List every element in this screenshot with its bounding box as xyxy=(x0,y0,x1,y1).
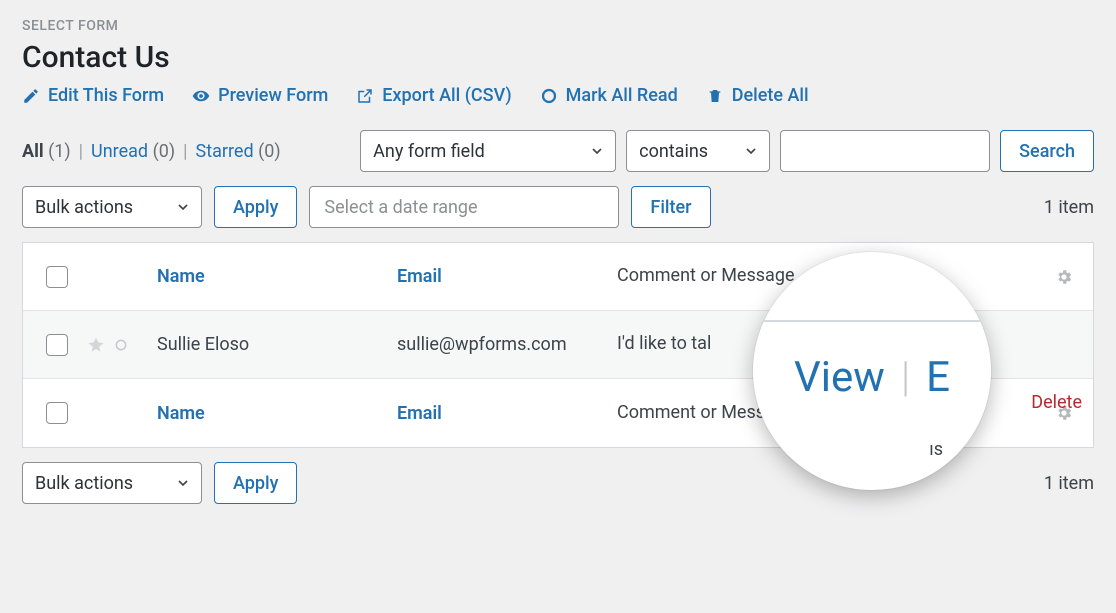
edit-form-label: Edit This Form xyxy=(48,85,164,106)
read-indicator-icon[interactable] xyxy=(113,337,129,353)
filter-all[interactable]: All (1) xyxy=(22,141,71,162)
filter-starred[interactable]: Starred (0) xyxy=(196,141,281,162)
bulk-actions-select-top[interactable]: Bulk actions xyxy=(22,186,202,228)
filter-unread[interactable]: Unread (0) xyxy=(91,141,175,162)
row-checkbox[interactable] xyxy=(46,334,68,356)
chevron-down-icon xyxy=(589,143,605,159)
entry-email: sullie@wpforms.com xyxy=(397,334,607,355)
field-select[interactable]: Any form field xyxy=(360,130,616,172)
export-all-label: Export All (CSV) xyxy=(382,85,511,106)
edit-form-link[interactable]: Edit This Form xyxy=(22,85,164,106)
status-filter-tabs: All (1) | Unread (0) | Starred (0) xyxy=(22,141,281,162)
preview-form-link[interactable]: Preview Form xyxy=(192,85,328,106)
column-header-name[interactable]: Name xyxy=(157,266,387,287)
chevron-down-icon xyxy=(743,143,759,159)
export-icon xyxy=(356,87,374,105)
column-footer-email[interactable]: Email xyxy=(397,403,607,424)
chevron-down-icon xyxy=(175,199,191,215)
delete-all-label: Delete All xyxy=(732,85,809,106)
mark-all-read-link[interactable]: Mark All Read xyxy=(540,85,678,106)
magnifier-tail-text: ıs xyxy=(929,439,943,460)
mark-all-read-label: Mark All Read xyxy=(566,85,678,106)
star-icon[interactable] xyxy=(87,336,105,354)
bulk-actions-select-bottom[interactable]: Bulk actions xyxy=(22,462,202,504)
preview-form-label: Preview Form xyxy=(218,85,328,106)
select-all-checkbox-bottom[interactable] xyxy=(46,402,68,424)
column-footer-name[interactable]: Name xyxy=(157,403,387,424)
action-bar: Edit This Form Preview Form Export All (… xyxy=(22,85,1094,106)
select-all-checkbox-top[interactable] xyxy=(46,266,68,288)
item-count-top: 1 item xyxy=(1044,197,1094,218)
eye-icon xyxy=(192,87,210,105)
edit-entry-link-partial[interactable]: E xyxy=(926,353,950,402)
delete-all-link[interactable]: Delete All xyxy=(706,85,809,106)
gear-icon[interactable] xyxy=(1049,268,1079,286)
search-button[interactable]: Search xyxy=(1000,130,1094,172)
column-header-email[interactable]: Email xyxy=(397,266,607,287)
pencil-icon xyxy=(22,87,40,105)
apply-button-bottom[interactable]: Apply xyxy=(214,462,297,504)
chevron-down-icon xyxy=(175,475,191,491)
filter-row-second: Bulk actions Apply Select a date range F… xyxy=(22,186,1094,228)
row-actions: Delete xyxy=(1031,392,1082,413)
entry-name: Sullie Eloso xyxy=(157,334,387,355)
export-all-link[interactable]: Export All (CSV) xyxy=(356,85,511,106)
filter-row-top: All (1) | Unread (0) | Starred (0) Any f… xyxy=(22,130,1094,172)
view-entry-link[interactable]: View xyxy=(794,353,885,402)
search-input[interactable] xyxy=(780,130,990,172)
apply-button-top[interactable]: Apply xyxy=(214,186,297,228)
select-form-overline: SELECT FORM xyxy=(22,18,1094,34)
delete-entry-link[interactable]: Delete xyxy=(1031,392,1082,413)
circle-icon xyxy=(540,87,558,105)
condition-select[interactable]: contains xyxy=(626,130,770,172)
page-title[interactable]: Contact Us xyxy=(22,40,1094,75)
magnifier-callout: View | E ıs xyxy=(753,252,991,490)
item-count-bottom: 1 item xyxy=(1044,473,1094,494)
filter-button[interactable]: Filter xyxy=(631,186,710,228)
trash-icon xyxy=(706,87,724,105)
date-range-input[interactable]: Select a date range xyxy=(309,186,619,228)
